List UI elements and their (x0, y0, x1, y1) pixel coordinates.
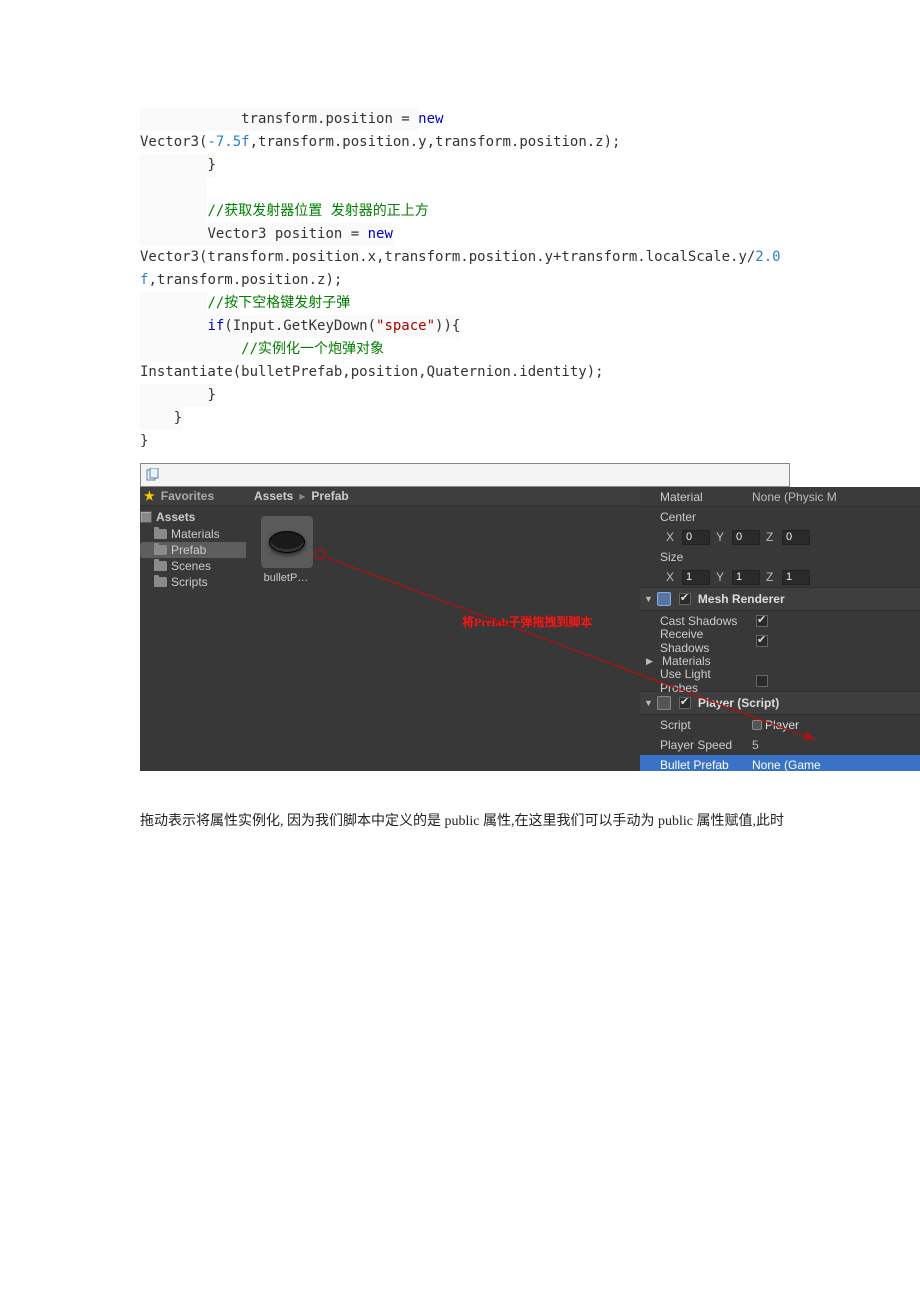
assets-header[interactable]: Assets (140, 506, 246, 526)
size-z-input[interactable] (782, 570, 810, 585)
folder-icon (154, 561, 167, 571)
light-probes-label: Use Light Probes (646, 667, 746, 695)
tree-item-prefab[interactable]: Prefab (140, 542, 246, 558)
size-y-input[interactable] (732, 570, 760, 585)
bullet-prefab-value[interactable]: None (Game (752, 758, 914, 771)
breadcrumb-folder[interactable]: Prefab (311, 489, 348, 503)
footer-text: 拖动表示将属性实例化, 因为我们脚本中定义的是 public 属性,在这里我们可… (140, 811, 920, 833)
breadcrumb-root[interactable]: Assets (254, 489, 293, 503)
copy-icon[interactable] (145, 468, 159, 482)
center-x-input[interactable] (682, 530, 710, 545)
expand-icon[interactable]: ▶ (646, 656, 656, 667)
annotation-text: 将Prefab子弹拖拽到脚本 (462, 613, 592, 630)
code-toolbar (140, 463, 790, 487)
script-field-label: Script (646, 718, 746, 732)
expand-icon: ▼ (644, 698, 653, 708)
light-probes-checkbox[interactable] (756, 675, 768, 687)
receive-shadows-checkbox[interactable] (756, 635, 768, 647)
script-reference[interactable]: Player (752, 718, 914, 732)
center-label: Center (646, 510, 746, 524)
star-icon: ★ (144, 489, 155, 503)
folder-icon (154, 545, 167, 555)
inspector-panel: Material None (Physic M Center X Y Z Siz… (640, 487, 920, 771)
script-icon (657, 696, 671, 710)
folder-icon (154, 529, 167, 539)
project-panel: ★ Favorites Assets Materials Prefab Scen… (140, 487, 246, 771)
cube-icon (140, 511, 152, 523)
bullet-prefab-label: Bullet Prefab (646, 758, 746, 771)
folder-icon (154, 577, 167, 587)
cast-shadows-checkbox[interactable] (756, 615, 768, 627)
code-content: transform.position = new Vector3(-7.5f,t… (140, 108, 920, 453)
center-z-input[interactable] (782, 530, 810, 545)
receive-shadows-label: Receive Shadows (646, 627, 746, 655)
assets-label: Assets (156, 510, 195, 524)
player-speed-value[interactable]: 5 (752, 738, 914, 752)
materials-label: Materials (662, 654, 752, 668)
tree-item-scenes[interactable]: Scenes (140, 558, 246, 574)
bullet-prefab-row[interactable]: Bullet Prefab None (Game (640, 755, 920, 771)
size-x-input[interactable] (682, 570, 710, 585)
size-label: Size (646, 550, 746, 564)
mesh-renderer-icon (657, 592, 671, 606)
chevron-right-icon: ▸ (299, 489, 305, 503)
code-block: transform.position = new Vector3(-7.5f,t… (0, 108, 920, 453)
expand-icon: ▼ (644, 594, 653, 604)
prefab-thumbnail (269, 531, 305, 553)
player-script-enabled[interactable] (679, 697, 691, 709)
tree-item-scripts[interactable]: Scripts (140, 574, 246, 590)
tree-item-materials[interactable]: Materials (140, 526, 246, 542)
material-value[interactable]: None (Physic M (752, 490, 914, 504)
center-y-input[interactable] (732, 530, 760, 545)
player-speed-label: Player Speed (646, 738, 746, 752)
favorites-header[interactable]: ★ Favorites (140, 487, 246, 506)
prefab-item-label: bulletP… (258, 572, 314, 584)
mesh-renderer-enabled[interactable] (679, 593, 691, 605)
material-label: Material (646, 490, 746, 504)
cast-shadows-label: Cast Shadows (646, 614, 746, 628)
favorites-label: Favorites (161, 489, 214, 503)
player-script-component[interactable]: ▼ Player (Script) (640, 691, 920, 715)
unity-editor: ★ Favorites Assets Materials Prefab Scen… (140, 487, 920, 771)
breadcrumb[interactable]: Assets ▸ Prefab (246, 487, 640, 506)
mesh-renderer-component[interactable]: ▼ Mesh Renderer (640, 587, 920, 611)
prefab-item[interactable]: bulletP… (258, 516, 316, 584)
